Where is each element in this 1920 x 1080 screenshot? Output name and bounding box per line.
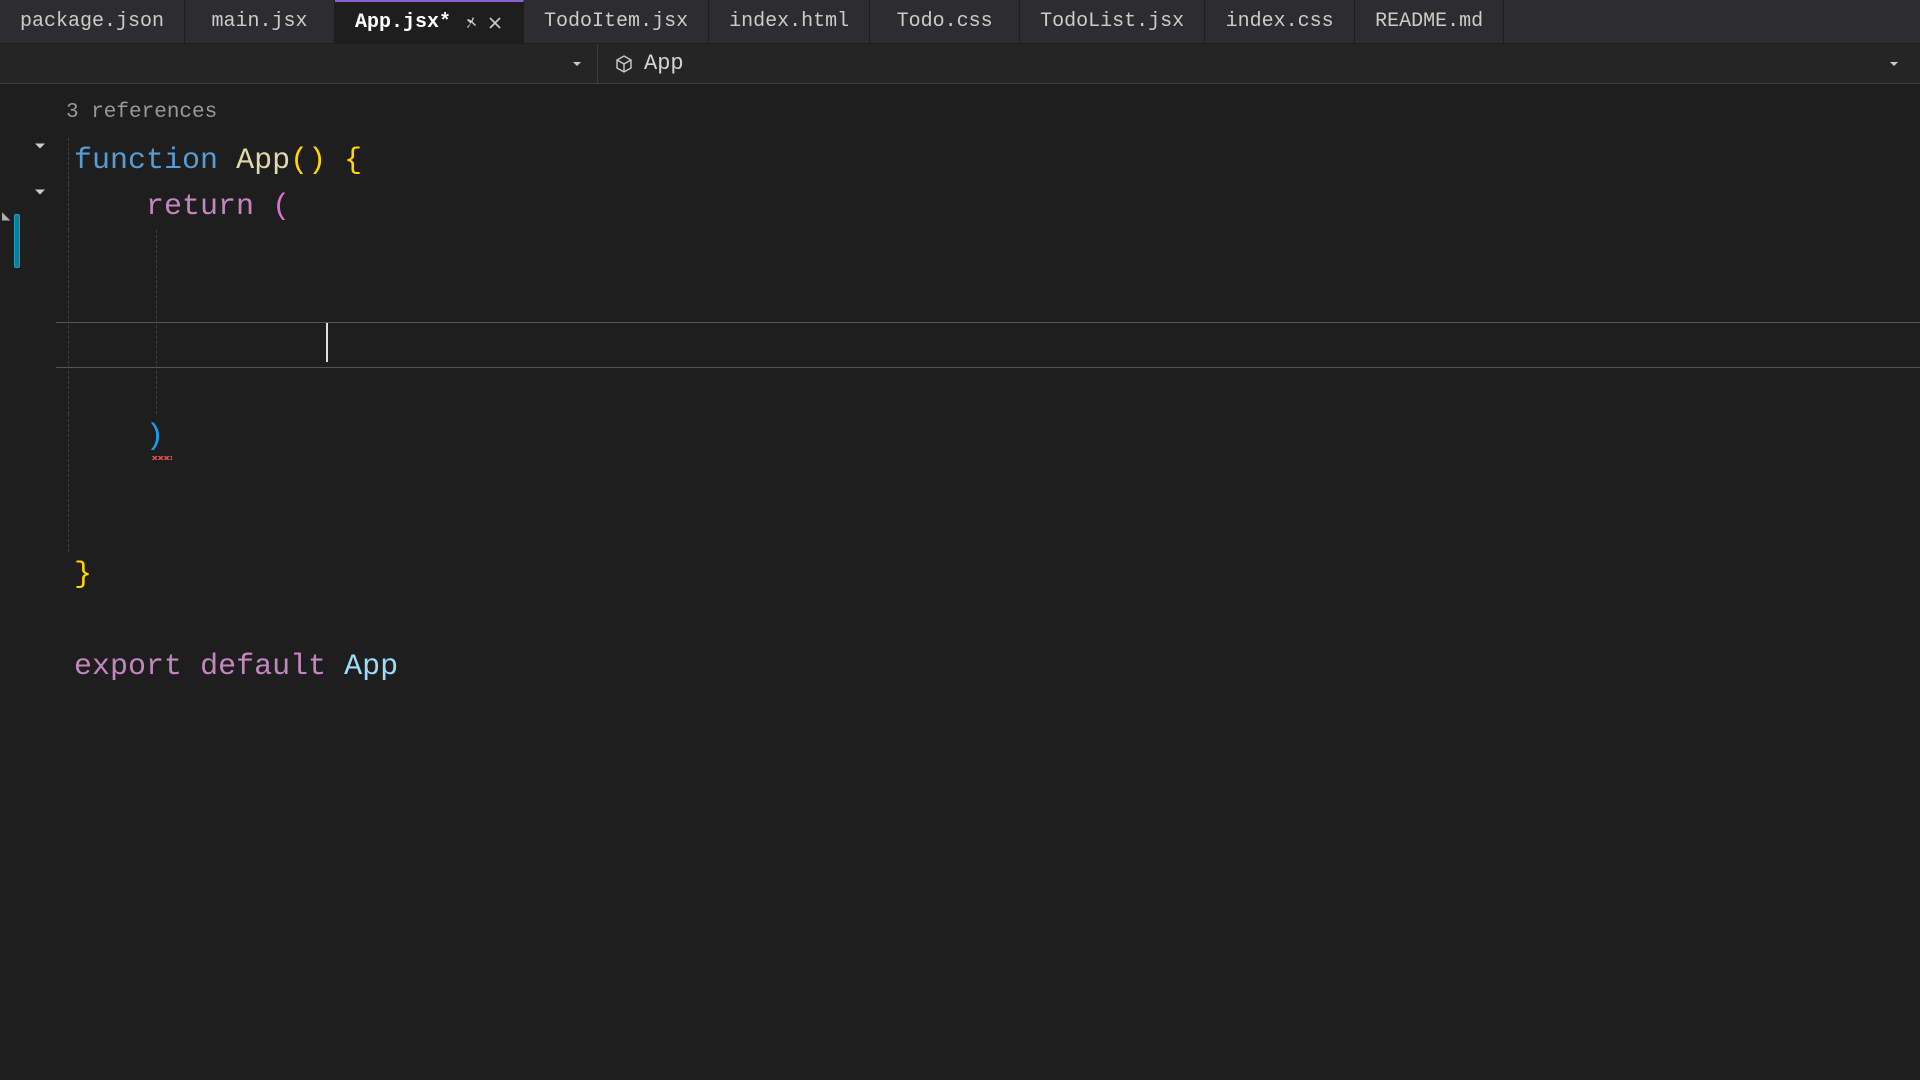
breadcrumb-symbol-label: App (644, 51, 684, 76)
tab-bar: package.json main.jsx App.jsx* TodoItem.… (0, 0, 1920, 44)
function-name: App (236, 144, 290, 178)
breadcrumb-bar: App (0, 44, 1920, 84)
code-line: export default App (56, 644, 1920, 690)
tab-label: README.md (1375, 10, 1483, 33)
tab-label: TodoItem.jsx (544, 10, 688, 33)
error-squiggle (152, 456, 172, 460)
tab-label: index.css (1226, 10, 1334, 33)
tab-label: package.json (20, 10, 164, 33)
tab-main-jsx[interactable]: main.jsx (185, 0, 335, 43)
keyword-default: default (200, 650, 326, 684)
code-line: ) (56, 414, 1920, 552)
keyword-return: return (146, 190, 254, 224)
tab-todolist-jsx[interactable]: TodoList.jsx (1020, 0, 1205, 43)
lightbulb-icon[interactable]: ◣ (2, 208, 10, 225)
breadcrumb-scope-dropdown[interactable] (0, 44, 598, 83)
current-line-highlight (56, 322, 1920, 368)
tab-index-html[interactable]: index.html (709, 0, 870, 43)
paren-close: ) (308, 144, 326, 178)
tab-todo-css[interactable]: Todo.css (870, 0, 1020, 43)
keyword-export: export (74, 650, 182, 684)
close-icon[interactable] (487, 15, 503, 31)
tab-package-json[interactable]: package.json (0, 0, 185, 43)
tab-label: index.html (729, 10, 849, 33)
tab-todoitem-jsx[interactable]: TodoItem.jsx (524, 0, 709, 43)
identifier-app: App (344, 650, 398, 684)
pin-icon[interactable] (463, 15, 479, 31)
tab-label: main.jsx (212, 10, 308, 33)
fold-chevron-icon[interactable] (30, 182, 50, 207)
code-line: return ( (56, 184, 1920, 230)
tab-label: Todo.css (897, 10, 993, 33)
code-editor[interactable]: ◣ 3 references function App() { return (… (0, 84, 1920, 1080)
cube-icon (614, 54, 634, 74)
tab-label: App.jsx* (355, 11, 451, 34)
diff-change-marker[interactable] (14, 214, 20, 268)
chevron-down-icon (569, 56, 585, 72)
code-line: } (56, 552, 1920, 598)
paren-close: ) (146, 420, 164, 454)
code-line-current (56, 230, 1920, 414)
tab-label: TodoList.jsx (1040, 10, 1184, 33)
brace-close: } (74, 558, 92, 592)
tab-app-jsx[interactable]: App.jsx* (335, 0, 524, 43)
paren-open: ( (290, 144, 308, 178)
chevron-down-icon (1886, 56, 1902, 72)
tab-index-css[interactable]: index.css (1205, 0, 1355, 43)
brace-open: { (344, 144, 362, 178)
codelens-references[interactable]: 3 references (66, 90, 1920, 136)
code-area[interactable]: 3 references function App() { return ( )… (56, 84, 1920, 1080)
tab-readme-md[interactable]: README.md (1355, 0, 1504, 43)
code-line (56, 598, 1920, 644)
code-line: function App() { (56, 138, 1920, 184)
paren-open: ( (272, 190, 290, 224)
breadcrumb-symbol-dropdown[interactable]: App (598, 44, 1920, 83)
keyword-function: function (74, 144, 218, 178)
gutter: ◣ (0, 84, 56, 1080)
fold-chevron-icon[interactable] (30, 136, 50, 161)
